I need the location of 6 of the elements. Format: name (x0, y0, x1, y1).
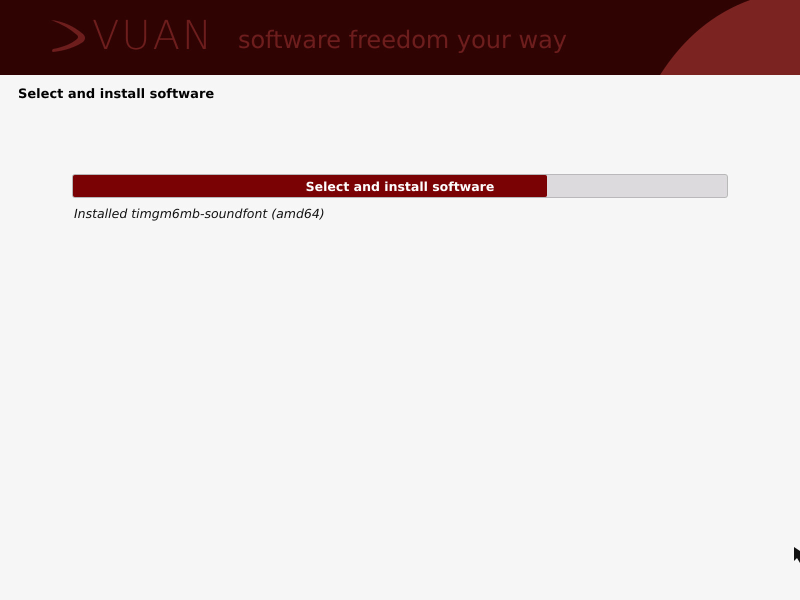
mouse-cursor-icon (794, 547, 800, 563)
tagline: software freedom your way (238, 26, 568, 54)
step-title: Select and install software (17, 86, 216, 102)
progress-label: Select and install software (306, 178, 494, 194)
progress-status: Installed timgm6mb-soundfont (amd64) (74, 206, 326, 221)
logo-text: VUAN (92, 14, 214, 58)
